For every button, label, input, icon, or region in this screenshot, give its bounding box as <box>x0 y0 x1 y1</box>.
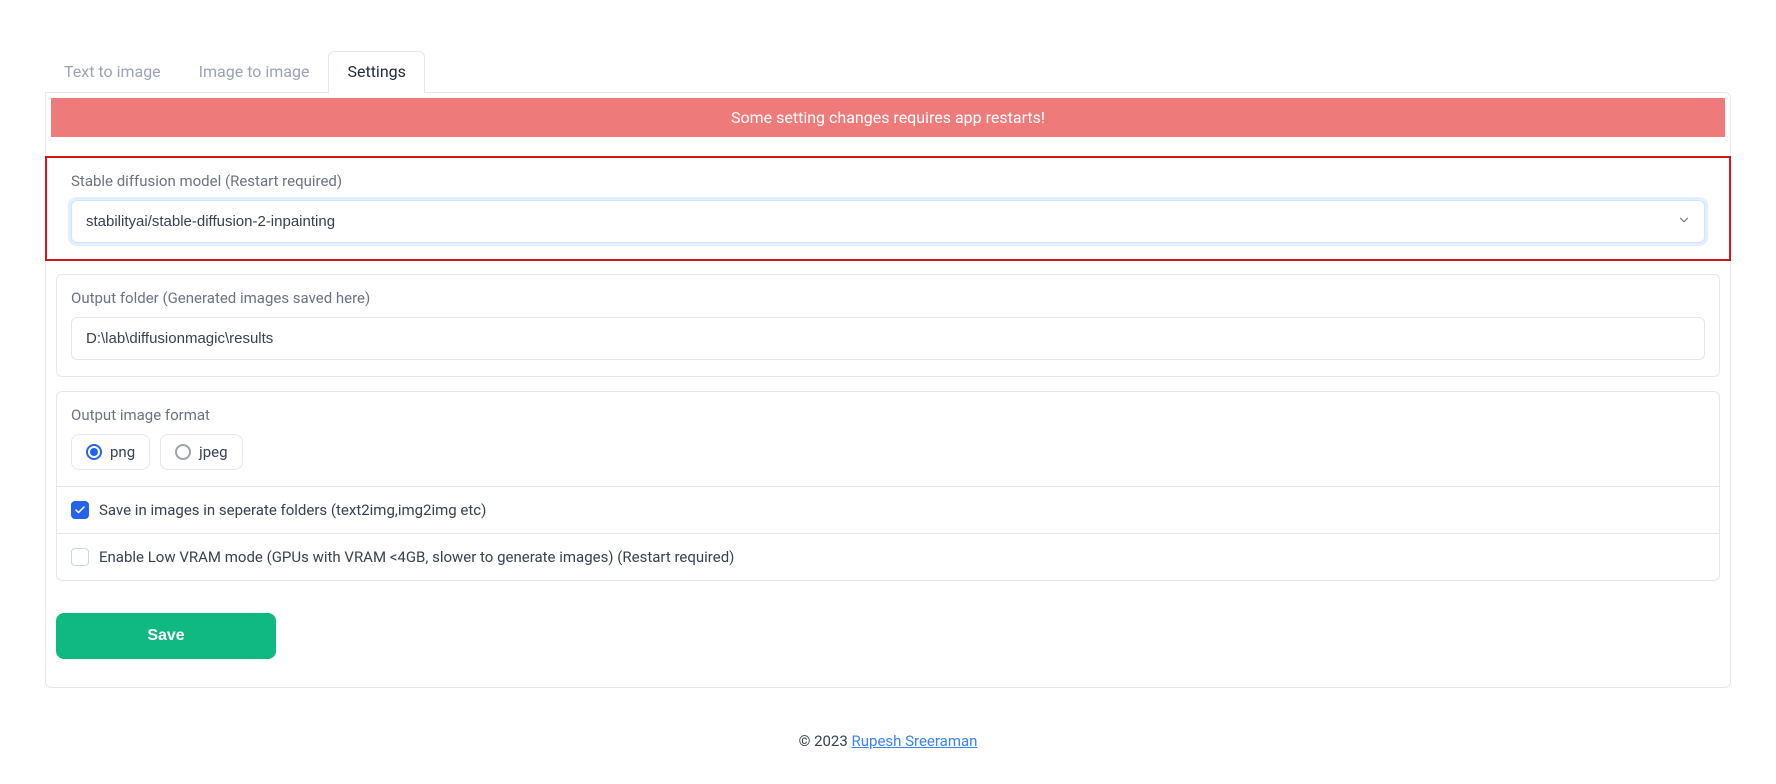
settings-panel: Some setting changes requires app restar… <box>45 92 1731 688</box>
output-folder-section: Output folder (Generated images saved he… <box>56 274 1720 377</box>
low-vram-label: Enable Low VRAM mode (GPUs with VRAM <4G… <box>99 548 734 566</box>
footer-prefix: © 2023 <box>799 732 852 750</box>
format-and-options-section: Output image format png jpeg <box>56 391 1720 581</box>
checkbox-icon <box>71 501 89 519</box>
radio-jpeg[interactable]: jpeg <box>160 434 242 470</box>
output-format-radio-group: png jpeg <box>71 434 1705 470</box>
model-select[interactable] <box>71 200 1705 243</box>
alert-banner: Some setting changes requires app restar… <box>51 98 1725 137</box>
save-button-label: Save <box>147 627 184 644</box>
footer-link[interactable]: Rupesh Sreeraman <box>852 732 978 750</box>
tab-settings[interactable]: Settings <box>328 51 424 93</box>
save-separate-label: Save in images in seperate folders (text… <box>99 501 486 519</box>
low-vram-row[interactable]: Enable Low VRAM mode (GPUs with VRAM <4G… <box>57 533 1719 580</box>
save-separate-row[interactable]: Save in images in seperate folders (text… <box>57 486 1719 533</box>
model-section: Stable diffusion model (Restart required… <box>46 157 1730 260</box>
radio-png[interactable]: png <box>71 434 150 470</box>
footer: © 2023 Rupesh Sreeraman <box>45 732 1731 750</box>
radio-label: png <box>110 443 135 461</box>
tabs-row: Text to image Image to image Settings <box>45 50 1731 92</box>
tab-image-to-image[interactable]: Image to image <box>180 51 329 93</box>
checkbox-icon <box>71 548 89 566</box>
tab-label: Text to image <box>64 62 161 81</box>
radio-dot-icon <box>175 444 191 460</box>
tab-label: Settings <box>347 62 405 81</box>
save-button[interactable]: Save <box>56 613 276 659</box>
tab-text-to-image[interactable]: Text to image <box>45 51 180 93</box>
output-folder-input[interactable] <box>71 317 1705 360</box>
alert-text: Some setting changes requires app restar… <box>731 108 1045 127</box>
radio-label: jpeg <box>199 443 227 461</box>
output-format-label: Output image format <box>71 406 1705 424</box>
model-label: Stable diffusion model (Restart required… <box>71 172 1705 190</box>
tab-label: Image to image <box>199 62 310 81</box>
model-select-input[interactable] <box>71 200 1705 243</box>
radio-dot-icon <box>86 444 102 460</box>
output-folder-label: Output folder (Generated images saved he… <box>71 289 1705 307</box>
